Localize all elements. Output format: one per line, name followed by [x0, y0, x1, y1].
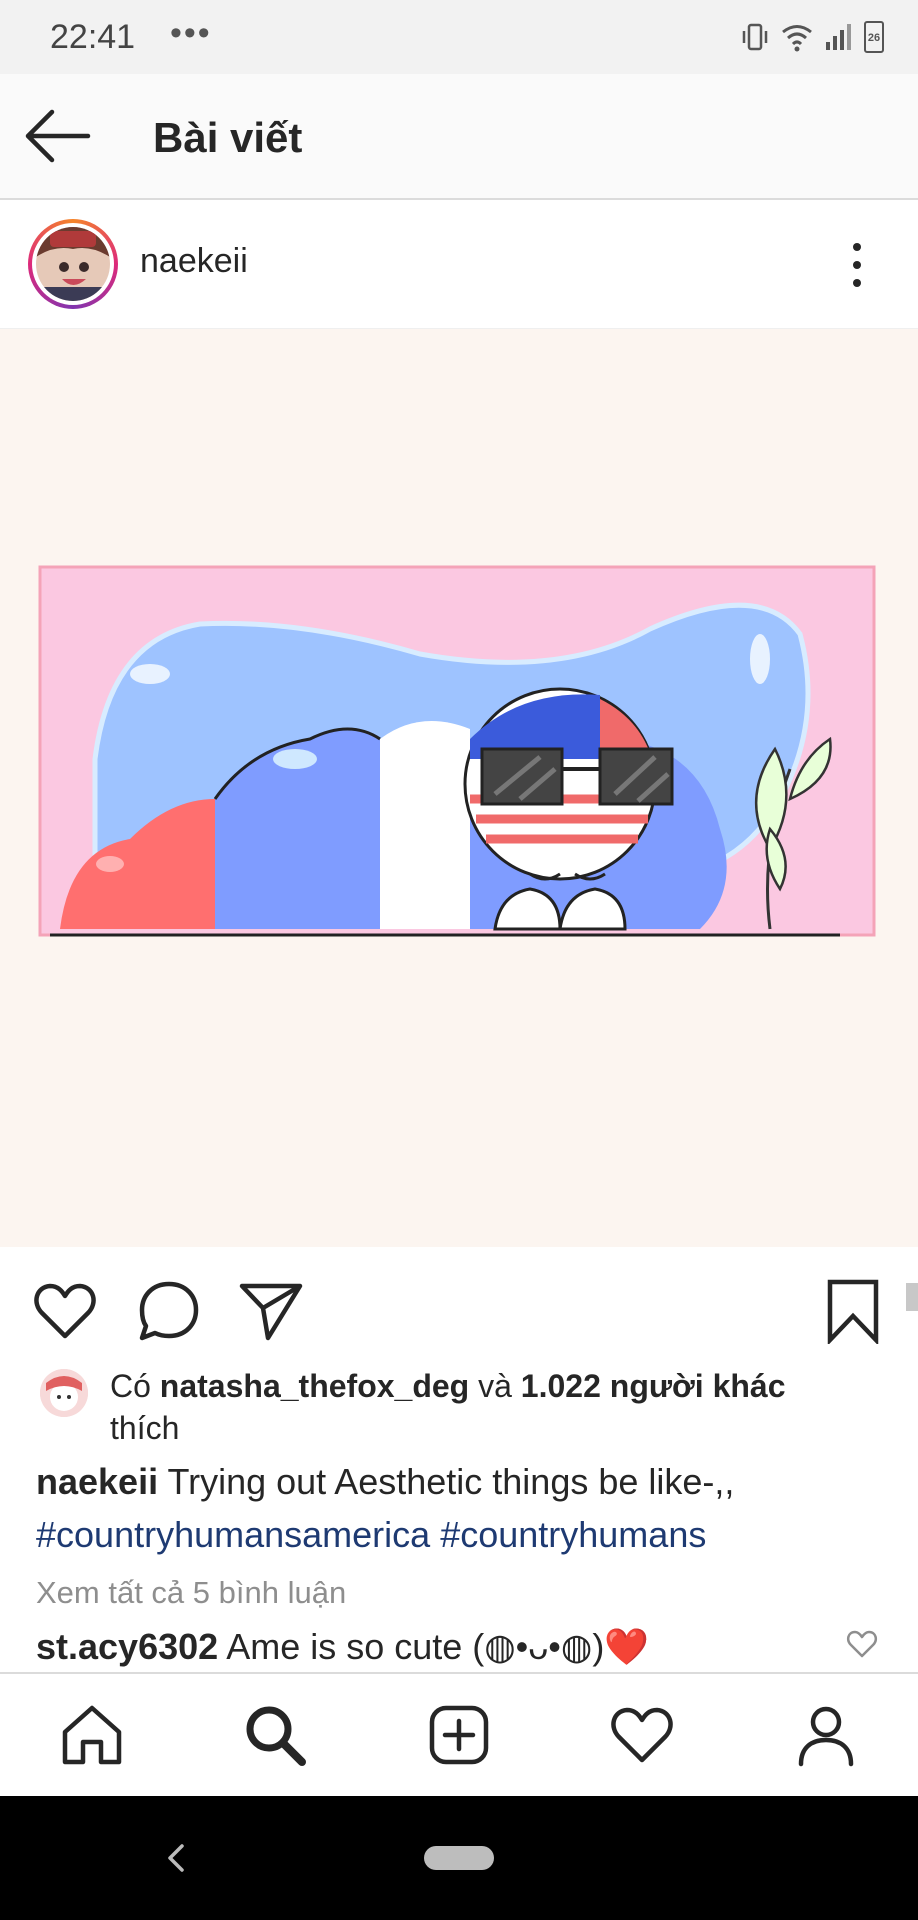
- system-back-icon[interactable]: [164, 1840, 188, 1876]
- app-header: Bài viết: [0, 74, 918, 200]
- liker-username[interactable]: natasha_thefox_deg: [160, 1368, 469, 1404]
- battery-icon: 26: [864, 21, 884, 53]
- heart-icon[interactable]: [32, 1278, 98, 1344]
- post-header: naekeii: [0, 200, 918, 329]
- post-caption: naekeii Trying out Aesthetic things be l…: [36, 1455, 896, 1561]
- status-more-dots: •••: [170, 14, 212, 52]
- activity-icon[interactable]: [609, 1702, 675, 1768]
- scrollbar[interactable]: [906, 1283, 918, 1311]
- caption-text: Trying out Aesthetic things be like-,,: [158, 1461, 735, 1502]
- caption-hashtags[interactable]: #countryhumansamerica #countryhumans: [36, 1514, 706, 1555]
- system-home-pill[interactable]: [424, 1846, 494, 1870]
- avatar[interactable]: [28, 219, 118, 309]
- likes-middle: và: [469, 1368, 521, 1404]
- bottom-navigation: [0, 1672, 918, 1798]
- battery-level: 26: [867, 32, 881, 44]
- send-icon[interactable]: [238, 1278, 304, 1344]
- search-icon[interactable]: [242, 1702, 308, 1768]
- more-vertical-icon: [853, 243, 861, 287]
- post-illustration: [38, 565, 876, 937]
- status-time: 22:41: [50, 18, 136, 56]
- view-all-comments-link[interactable]: Xem tất cả 5 bình luận: [36, 1575, 346, 1611]
- more-options-button[interactable]: [840, 240, 874, 290]
- likes-count[interactable]: 1.022 người khác: [521, 1368, 786, 1404]
- likes-text: Có natasha_thefox_deg và 1.022 người khá…: [110, 1365, 890, 1449]
- status-bar: 22:41 ••• 26: [0, 0, 918, 74]
- avatar-image: [36, 227, 110, 301]
- liker-avatar[interactable]: [40, 1369, 88, 1417]
- likes-row[interactable]: Có natasha_thefox_deg và 1.022 người khá…: [0, 1365, 918, 1446]
- profile-icon[interactable]: [793, 1702, 859, 1768]
- home-icon[interactable]: [59, 1702, 125, 1768]
- comment-heart-icon[interactable]: [846, 1629, 878, 1659]
- status-icons: 26: [740, 20, 884, 54]
- system-navigation-bar: [0, 1796, 918, 1920]
- back-button[interactable]: [22, 104, 92, 168]
- vibrate-icon: [742, 23, 768, 51]
- post-action-bar: [0, 1250, 918, 1360]
- wifi-icon: [782, 25, 812, 52]
- arrow-left-icon: [25, 109, 91, 163]
- add-post-icon[interactable]: [426, 1702, 492, 1768]
- post-image[interactable]: [0, 329, 918, 1247]
- post-username[interactable]: naekeii: [140, 242, 248, 281]
- likes-suffix: thích: [110, 1410, 180, 1446]
- comment-username[interactable]: st.acy6302: [36, 1626, 218, 1667]
- comment-item: st.acy6302 Ame is so cute (◍•ᴗ•◍)❤️: [36, 1626, 649, 1668]
- signal-icon: [826, 24, 851, 50]
- page-title: Bài viết: [153, 114, 303, 161]
- bookmark-icon[interactable]: [820, 1278, 886, 1344]
- comment-icon[interactable]: [136, 1278, 202, 1344]
- caption-username[interactable]: naekeii: [36, 1461, 158, 1502]
- comment-text: Ame is so cute (◍•ᴗ•◍)❤️: [218, 1626, 650, 1667]
- likes-prefix: Có: [110, 1368, 160, 1404]
